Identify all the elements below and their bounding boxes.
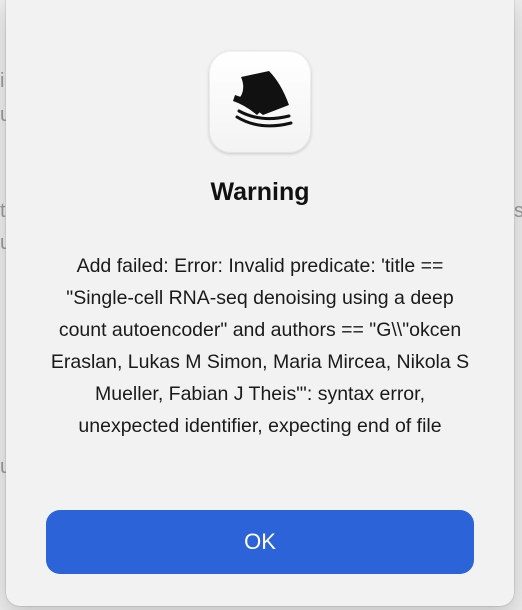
papers-stack-icon bbox=[209, 51, 311, 153]
warning-dialog: Warning Add failed: Error: Invalid predi… bbox=[6, 0, 514, 606]
dialog-title: Warning bbox=[210, 178, 310, 206]
error-message: Add failed: Error: Invalid predicate: 't… bbox=[50, 255, 470, 437]
background-text-fragment: t bbox=[0, 200, 6, 222]
ok-button[interactable]: OK bbox=[46, 510, 474, 574]
background-text-fragment: i bbox=[0, 70, 5, 92]
background-text-fragment: s bbox=[514, 200, 522, 222]
